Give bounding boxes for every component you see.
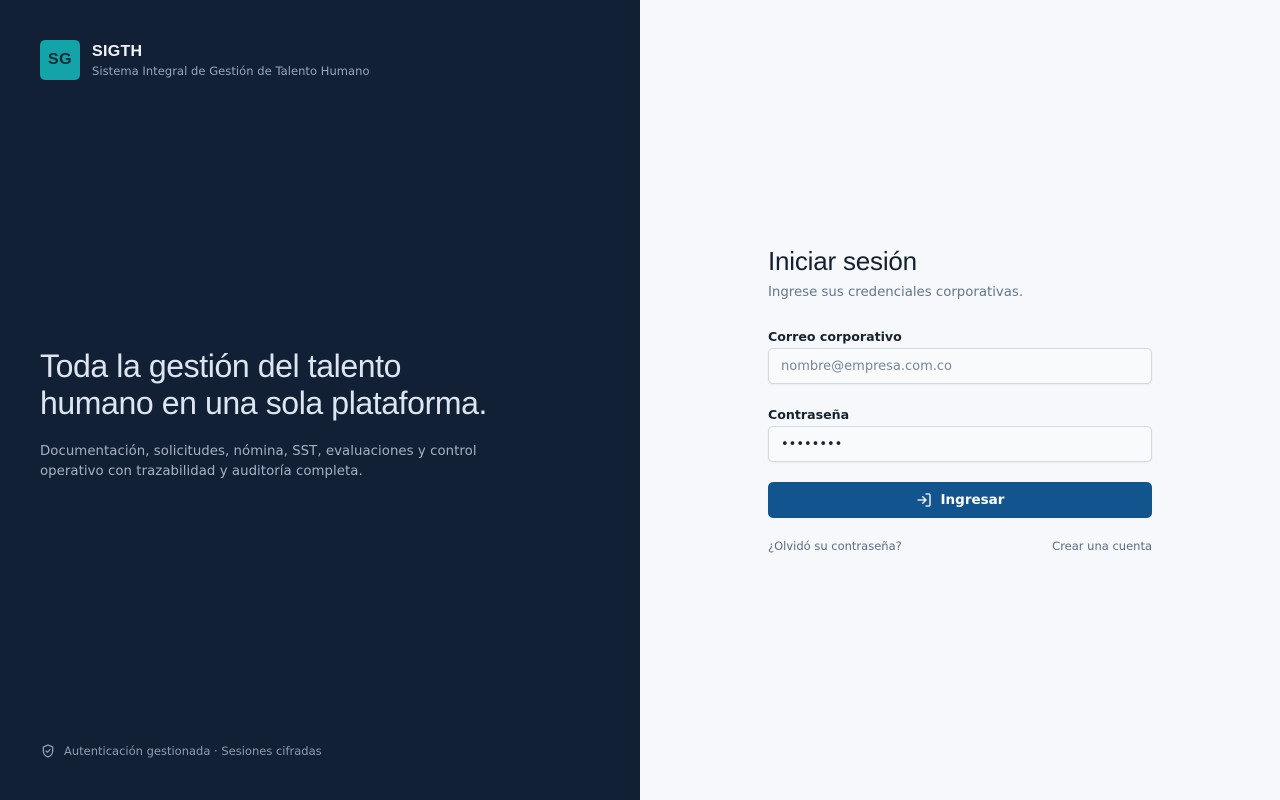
- email-label: Correo corporativo: [768, 329, 902, 344]
- hero-title: Toda la gestión del talento humano en un…: [40, 348, 510, 422]
- login-form: Iniciar sesión Ingrese sus credenciales …: [768, 244, 1152, 554]
- hero-description: Documentación, solicitudes, nómina, SST,…: [40, 444, 477, 479]
- login-button[interactable]: Ingresar: [768, 482, 1152, 518]
- email-field[interactable]: [768, 348, 1152, 384]
- brand-header: SG SIGTH Sistema Integral de Gestión de …: [40, 40, 370, 80]
- security-note-text: Autenticación gestionada · Sesiones cifr…: [64, 744, 322, 758]
- create-account-link[interactable]: Crear una cuenta: [1052, 538, 1152, 554]
- app-subtitle: Sistema Integral de Gestión de Talento H…: [92, 63, 370, 78]
- log-in-icon: [916, 492, 932, 508]
- login-panel: Iniciar sesión Ingrese sus credenciales …: [640, 0, 1280, 800]
- hero-title-line-2: humano en una sola plataforma.: [40, 385, 487, 421]
- app-name: SIGTH: [92, 42, 143, 60]
- hero: Toda la gestión del talento humano en un…: [40, 348, 510, 482]
- security-note: Autenticación gestionada · Sesiones cifr…: [40, 743, 322, 759]
- login-subtitle: Ingrese sus credenciales corporativas.: [768, 285, 1024, 300]
- shield-check-icon: [40, 743, 56, 759]
- login-title: Iniciar sesión: [768, 246, 917, 276]
- hero-title-line-1: Toda la gestión del talento: [40, 348, 402, 384]
- forgot-password-link[interactable]: ¿Olvidó su contraseña?: [768, 538, 902, 554]
- login-button-label: Ingresar: [940, 492, 1005, 508]
- password-label: Contraseña: [768, 407, 850, 422]
- password-field[interactable]: [768, 426, 1152, 462]
- logo-badge: SG: [40, 40, 80, 80]
- brand-text: SIGTH Sistema Integral de Gestión de Tal…: [92, 42, 370, 79]
- brand-panel: SG SIGTH Sistema Integral de Gestión de …: [0, 0, 640, 800]
- auth-links: ¿Olvidó su contraseña? Crear una cuenta: [768, 538, 1152, 554]
